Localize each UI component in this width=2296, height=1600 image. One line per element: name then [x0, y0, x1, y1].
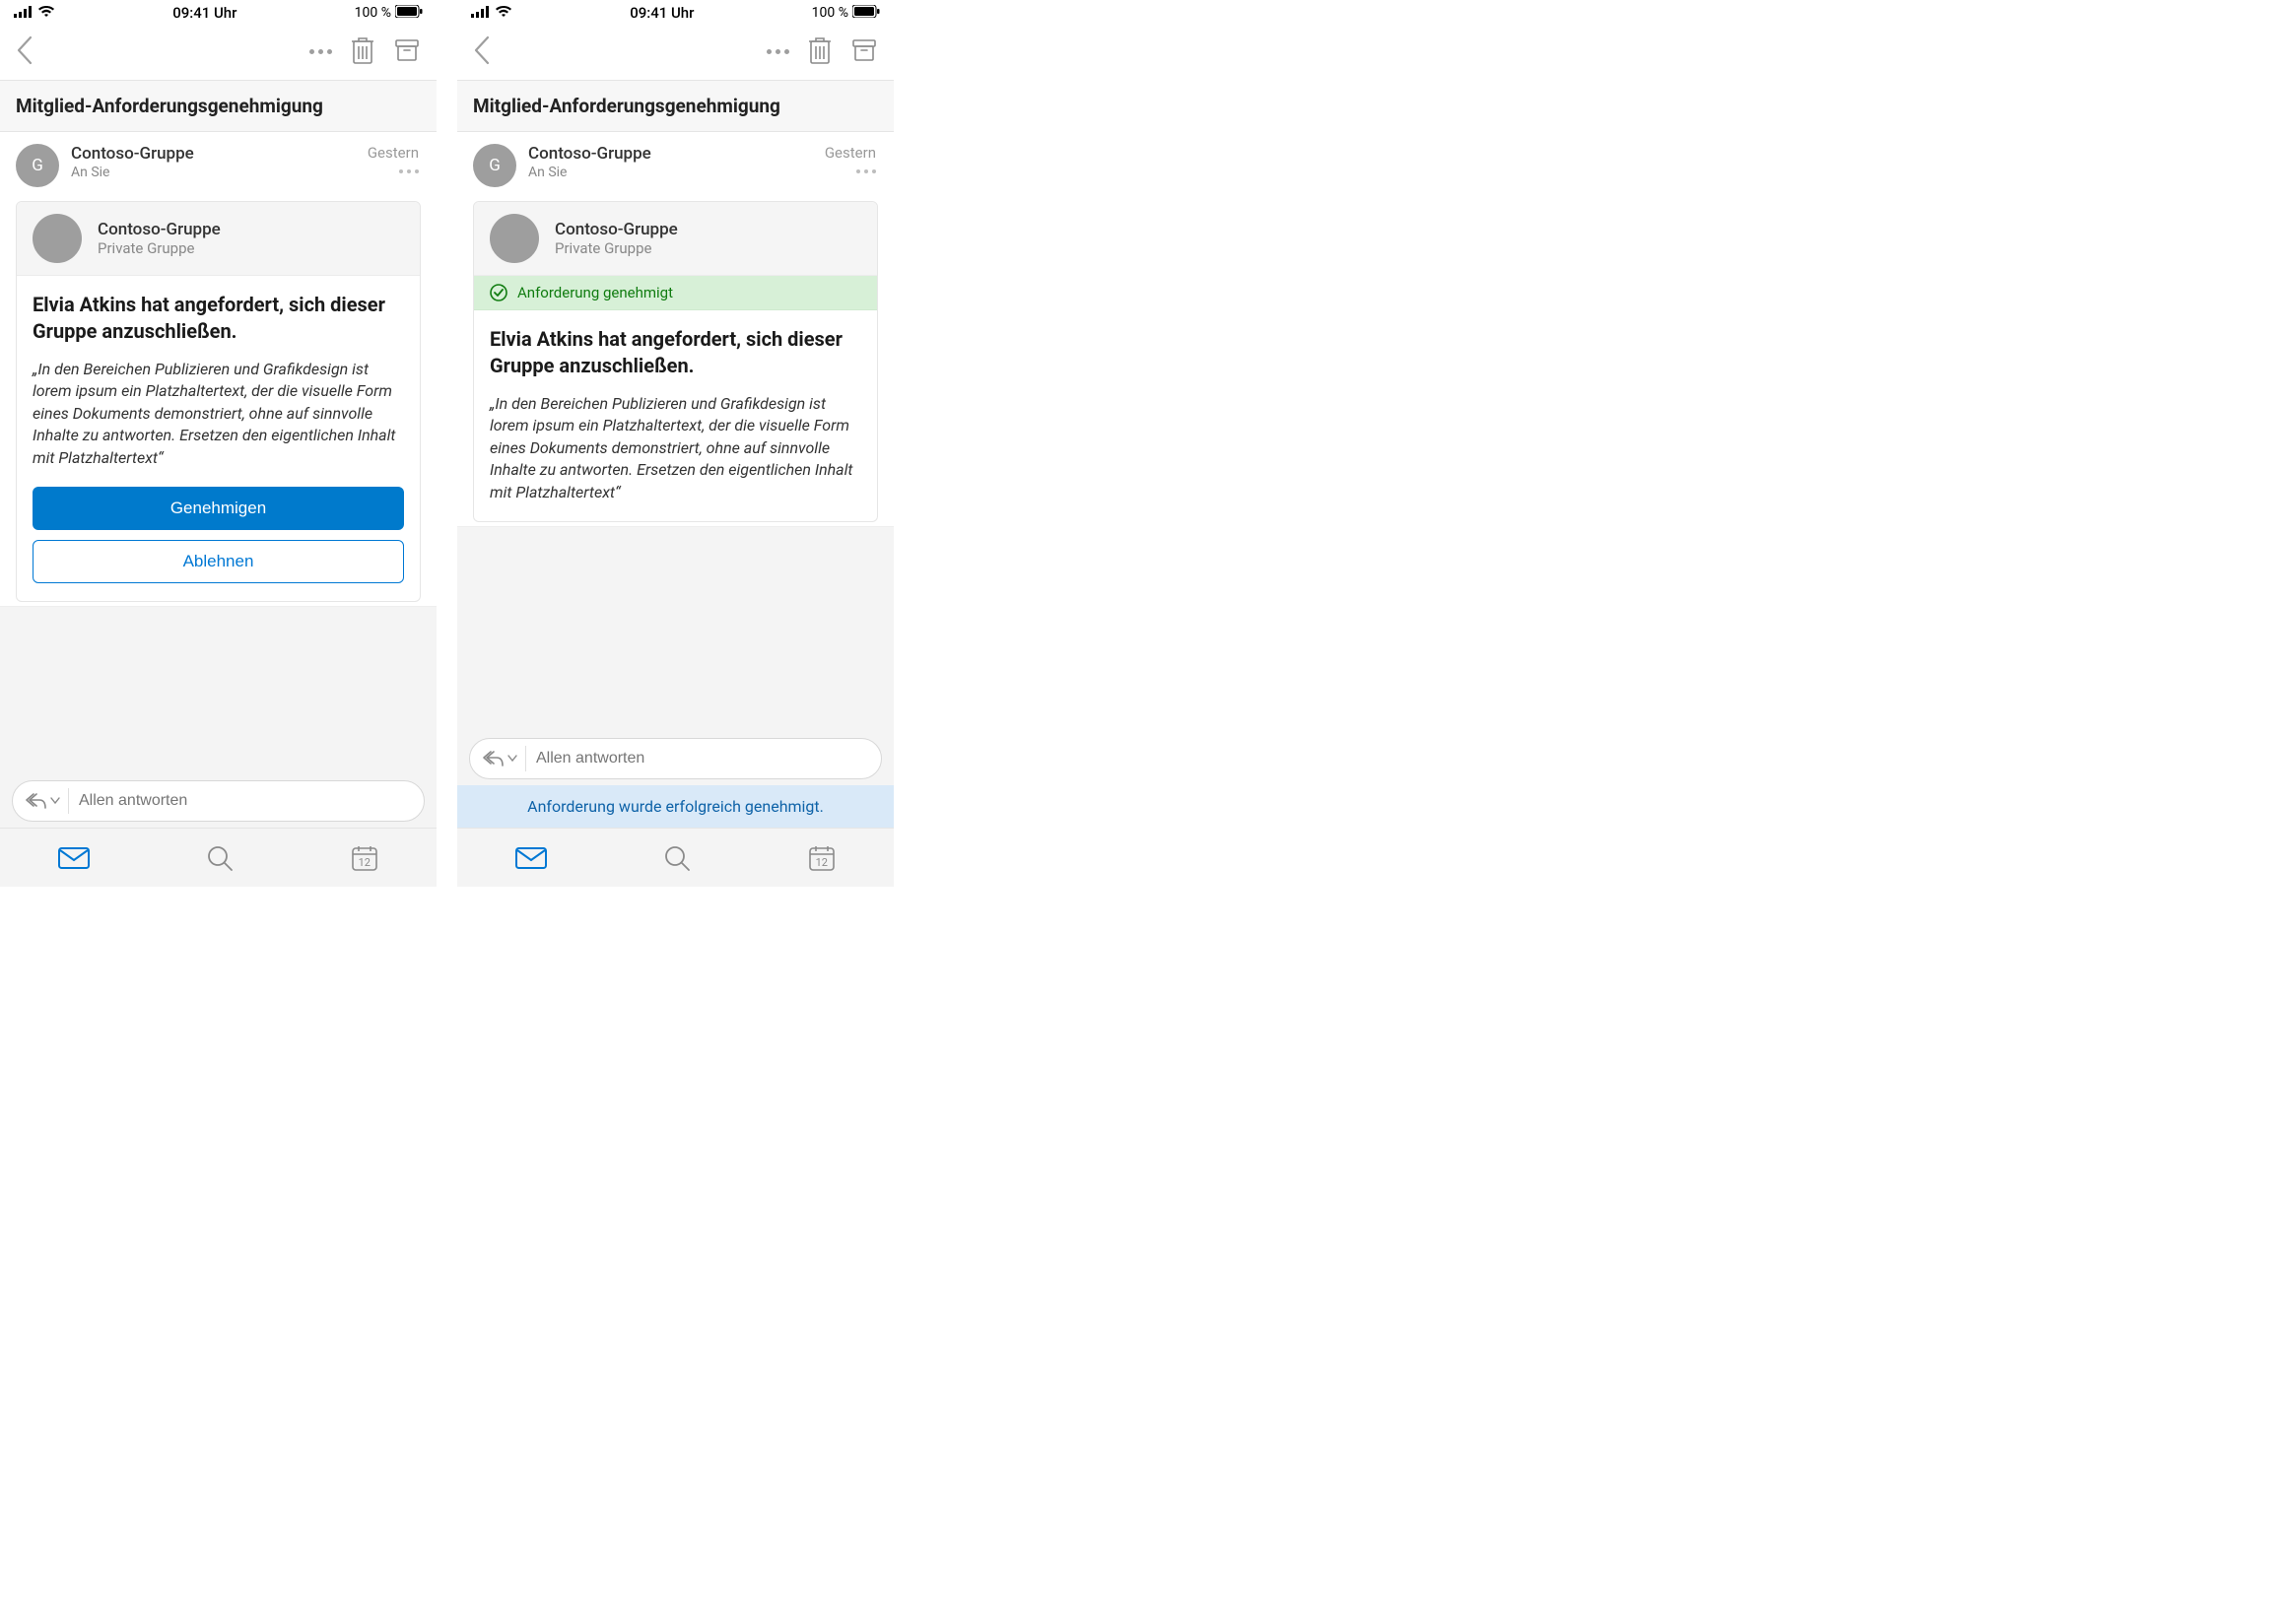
card-header: Contoso-Gruppe Private Gruppe [474, 202, 877, 276]
card-body-text: „In den Bereichen Publizieren und Grafik… [33, 359, 404, 469]
sender-name: Contoso-Gruppe [528, 144, 813, 164]
wifi-icon [495, 4, 512, 22]
status-time: 09:41 Uhr [630, 4, 694, 22]
spacer [457, 526, 894, 728]
group-avatar [490, 214, 539, 263]
sender-avatar: G [473, 144, 516, 187]
battery-icon [395, 4, 423, 22]
check-circle-icon [490, 284, 507, 301]
sender-more-icon[interactable] [368, 169, 419, 173]
group-name: Contoso-Gruppe [98, 220, 221, 239]
approve-button[interactable]: Genehmigen [33, 487, 404, 530]
card-body-text: „In den Bereichen Publizieren und Grafik… [490, 393, 861, 503]
reply-input[interactable] [536, 750, 881, 767]
screenshot-right: 09:41 Uhr 100 % Mitglied-Anforderungsgen… [457, 0, 895, 887]
nav-bar [457, 24, 894, 81]
sender-name: Contoso-Gruppe [71, 144, 356, 164]
card-header: Contoso-Gruppe Private Gruppe [17, 202, 420, 276]
reply-bar-container [457, 728, 894, 785]
status-bar: 09:41 Uhr 100 % [0, 0, 437, 24]
more-icon[interactable] [309, 49, 332, 54]
reply-all-icon[interactable] [482, 746, 526, 771]
card-headline: Elvia Atkins hat angefordert, sich diese… [490, 326, 861, 379]
archive-icon[interactable] [850, 36, 878, 68]
signal-icon [471, 4, 491, 22]
reply-bar[interactable] [12, 780, 425, 822]
reply-input[interactable] [79, 792, 424, 810]
sender-to: An Sie [71, 165, 356, 180]
group-type: Private Gruppe [555, 239, 678, 257]
chevron-down-icon [507, 755, 517, 763]
sender-time: Gestern [368, 144, 419, 162]
calendar-day: 12 [351, 856, 378, 869]
sender-time: Gestern [825, 144, 876, 162]
trash-icon[interactable] [807, 35, 833, 69]
battery-pct: 100 % [355, 5, 391, 21]
approval-card: Contoso-Gruppe Private Gruppe Elvia Atki… [16, 201, 421, 602]
page-title-section: Mitglied-Anforderungsgenehmigung [0, 81, 437, 132]
group-avatar [33, 214, 82, 263]
approved-label: Anforderung genehmigt [517, 284, 673, 301]
trash-icon[interactable] [350, 35, 375, 69]
page-title: Mitglied-Anforderungsgenehmigung [16, 95, 421, 117]
more-icon[interactable] [767, 49, 789, 54]
tab-bar: 12 [457, 828, 894, 887]
page-title: Mitglied-Anforderungsgenehmigung [473, 95, 878, 117]
chevron-down-icon [50, 797, 60, 805]
archive-icon[interactable] [393, 36, 421, 68]
sender-row[interactable]: G Contoso-Gruppe An Sie Gestern [0, 132, 437, 197]
tab-calendar[interactable]: 12 [351, 844, 378, 872]
wifi-icon [37, 4, 55, 22]
sender-more-icon[interactable] [825, 169, 876, 173]
group-type: Private Gruppe [98, 239, 221, 257]
spacer [0, 606, 437, 770]
status-time: 09:41 Uhr [172, 4, 236, 22]
nav-bar [0, 24, 437, 81]
status-bar: 09:41 Uhr 100 % [457, 0, 894, 24]
calendar-day: 12 [808, 856, 836, 869]
reply-bar-container [0, 770, 437, 828]
back-button[interactable] [16, 35, 34, 69]
tab-bar: 12 [0, 828, 437, 887]
battery-pct: 100 % [812, 5, 848, 21]
signal-icon [14, 4, 34, 22]
tab-mail[interactable] [58, 847, 90, 869]
sender-row[interactable]: G Contoso-Gruppe An Sie Gestern [457, 132, 894, 197]
sender-to: An Sie [528, 165, 813, 180]
sender-avatar: G [16, 144, 59, 187]
group-name: Contoso-Gruppe [555, 220, 678, 239]
success-toast: Anforderung wurde erfolgreich genehmigt. [457, 785, 894, 828]
card-headline: Elvia Atkins hat angefordert, sich diese… [33, 292, 404, 345]
reply-bar[interactable] [469, 738, 882, 779]
approval-card: Contoso-Gruppe Private Gruppe Anforderun… [473, 201, 878, 522]
tab-calendar[interactable]: 12 [808, 844, 836, 872]
approved-banner: Anforderung genehmigt [474, 276, 877, 310]
reply-all-icon[interactable] [25, 788, 69, 814]
screenshot-left: 09:41 Uhr 100 % Mitglied-Anforderungsgen… [0, 0, 438, 887]
tab-search[interactable] [206, 844, 234, 872]
back-button[interactable] [473, 35, 491, 69]
battery-icon [852, 4, 880, 22]
tab-search[interactable] [663, 844, 691, 872]
reject-button[interactable]: Ablehnen [33, 540, 404, 583]
page-title-section: Mitglied-Anforderungsgenehmigung [457, 81, 894, 132]
tab-mail[interactable] [515, 847, 547, 869]
